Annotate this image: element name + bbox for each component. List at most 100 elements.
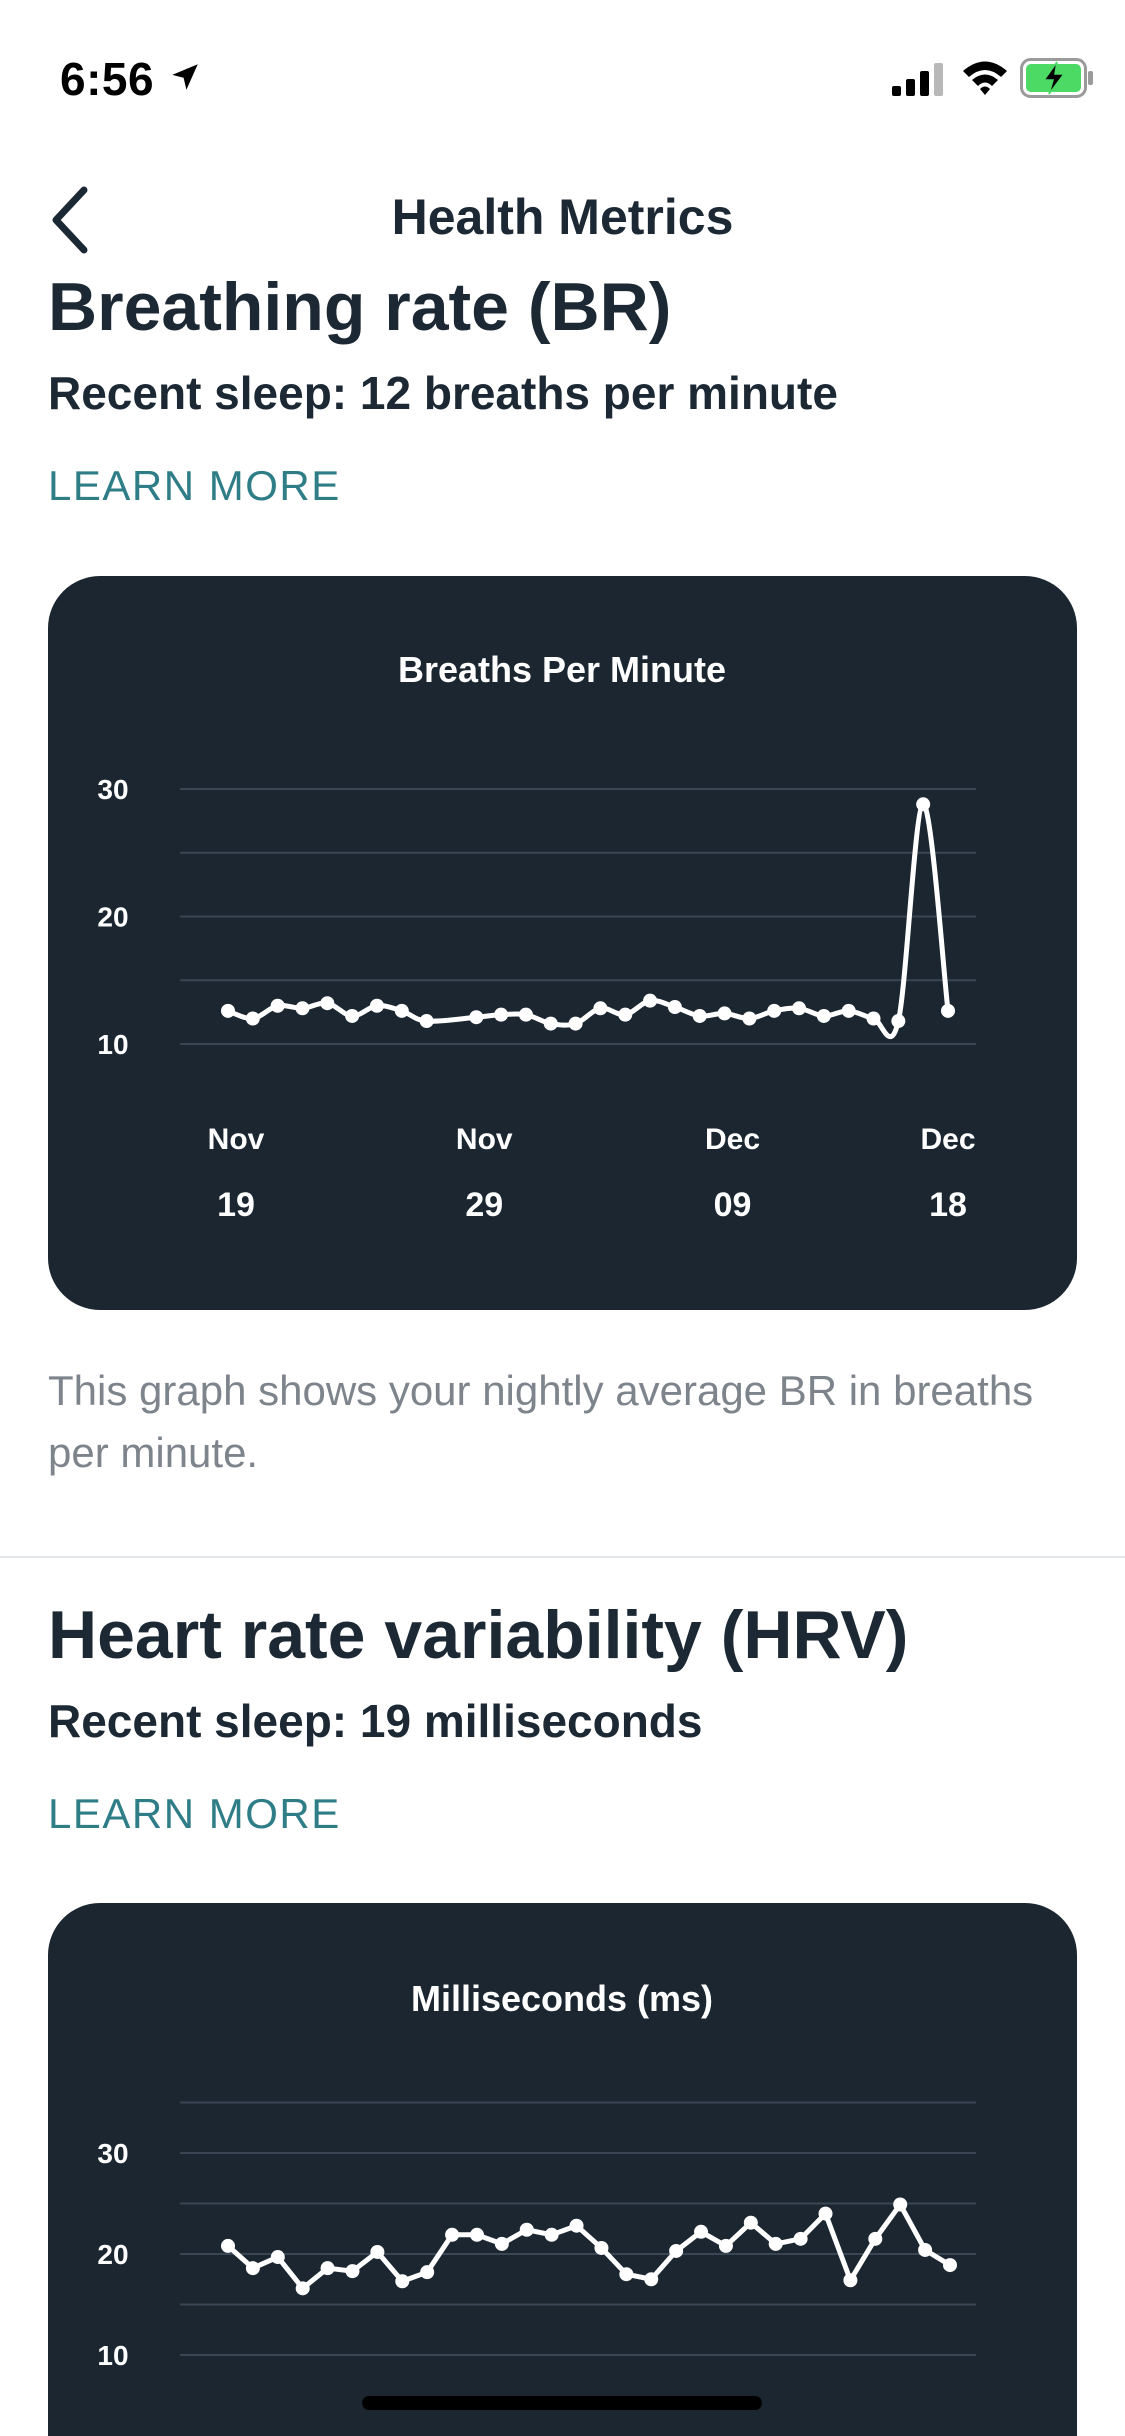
br-recent-sleep: Recent sleep: 12 breaths per minute [48, 367, 838, 419]
data-point [943, 2258, 957, 2273]
data-point [743, 2215, 758, 2230]
data-point [568, 1016, 583, 1031]
data-point [419, 1014, 434, 1029]
data-point [420, 2265, 435, 2280]
data-point [816, 1008, 831, 1023]
data-point [893, 2197, 908, 2212]
status-time: 6:56 [60, 53, 155, 105]
data-point [866, 1011, 881, 1026]
data-point [221, 1003, 235, 1018]
data-point [918, 2242, 933, 2257]
y-tick-label: 30 [97, 774, 128, 805]
data-point [221, 2238, 235, 2253]
data-point [767, 1003, 782, 1018]
back-button[interactable] [40, 180, 100, 260]
data-point [818, 2206, 833, 2221]
data-point [742, 1011, 757, 1026]
data-point [717, 1006, 732, 1021]
x-tick-month: Dec [705, 1123, 760, 1156]
data-point [494, 1007, 509, 1022]
data-point [469, 2227, 484, 2242]
data-point [394, 1003, 409, 1018]
section-divider [0, 1556, 1125, 1558]
br-line-chart: Breaths Per Minute 10 20 30 Nov 19 Nov 29 Dec 0… [97, 649, 976, 1224]
home-indicator[interactable] [362, 2396, 762, 2410]
data-point [718, 2238, 733, 2253]
br-section-title: Breathing rate (BR) [48, 269, 672, 345]
data-point [694, 2224, 709, 2239]
navigation-bar: Health Metrics [0, 160, 1125, 270]
hrv-recent-sleep: Recent sleep: 19 milliseconds [48, 1695, 703, 1747]
data-point [667, 1000, 682, 1015]
data-point [593, 1001, 608, 1016]
data-point [270, 998, 285, 1013]
data-point [469, 1010, 484, 1025]
data-point [916, 797, 931, 812]
chart-title: Breaths Per Minute [398, 649, 726, 690]
hrv-learn-more-link[interactable]: LEARN MORE [48, 1790, 341, 1838]
data-point [245, 2261, 260, 2276]
data-point [519, 2222, 534, 2237]
x-tick-month: Nov [208, 1123, 265, 1156]
data-point [543, 1016, 558, 1031]
data-point [569, 2218, 584, 2233]
data-point [295, 1001, 310, 1016]
chart-title: Milliseconds (ms) [411, 1978, 713, 2019]
data-point [370, 2244, 385, 2259]
data-point [941, 1003, 955, 1018]
data-point [544, 2227, 559, 2242]
x-tick-day: 19 [217, 1186, 255, 1224]
x-tick-day: 09 [714, 1186, 752, 1224]
x-tick-month: Nov [456, 1123, 513, 1156]
y-tick-label: 20 [97, 902, 128, 933]
data-point [594, 2240, 609, 2255]
data-point [395, 2274, 410, 2289]
data-point [245, 1011, 260, 1026]
hrv-section-title: Heart rate variability (HRV) [48, 1597, 909, 1673]
data-point [320, 996, 335, 1011]
data-point [618, 1007, 633, 1022]
cellular-signal-icon [892, 63, 943, 96]
battery-charging-icon [1020, 58, 1093, 98]
br-series-line [225, 801, 951, 1040]
y-tick-label: 20 [97, 2239, 128, 2270]
br-learn-more-link[interactable]: LEARN MORE [48, 462, 341, 510]
y-axis-ticks: 10 20 30 [97, 2138, 128, 2371]
br-chart-card: Breaths Per Minute 10 20 30 Nov 19 Nov 29 Dec 0… [48, 576, 1077, 1310]
location-arrow-icon [172, 64, 198, 90]
data-point [692, 1008, 707, 1023]
y-tick-label: 10 [97, 2340, 128, 2371]
data-point [445, 2227, 460, 2242]
data-point [768, 2236, 783, 2251]
data-point [868, 2231, 883, 2246]
hrv-line-chart: Milliseconds (ms) 10 20 30 [97, 1978, 976, 2371]
data-point [891, 1014, 906, 1029]
hrv-series-line [225, 2202, 953, 2291]
data-point [793, 2231, 808, 2246]
data-point [644, 2272, 659, 2287]
data-point [345, 2264, 360, 2279]
br-description: This graph shows your nightly average BR… [48, 1367, 1034, 1476]
data-point [669, 2243, 684, 2258]
data-point [295, 2281, 310, 2296]
x-axis-ticks: Nov 19 Nov 29 Dec 09 Dec 18 [208, 1123, 976, 1224]
page-title: Health Metrics [391, 189, 734, 245]
x-tick-day: 29 [465, 1186, 503, 1224]
data-point [320, 2261, 335, 2276]
hrv-series-points [221, 2197, 957, 2296]
data-point [270, 2250, 285, 2265]
y-tick-label: 30 [97, 2138, 128, 2169]
hrv-chart-card: Milliseconds (ms) 10 20 30 [48, 1903, 1077, 2436]
x-tick-month: Dec [920, 1123, 975, 1156]
data-point [792, 1001, 807, 1016]
y-axis-ticks: 10 20 30 [97, 774, 128, 1060]
data-point [518, 1007, 533, 1022]
data-point [494, 2236, 509, 2251]
status-bar: 6:56 [0, 0, 1125, 140]
data-point [345, 1008, 360, 1023]
wifi-icon [963, 61, 1007, 95]
data-point [369, 998, 384, 1013]
br-series-points [221, 797, 955, 1031]
data-point [841, 1003, 856, 1018]
y-tick-label: 10 [97, 1029, 128, 1060]
